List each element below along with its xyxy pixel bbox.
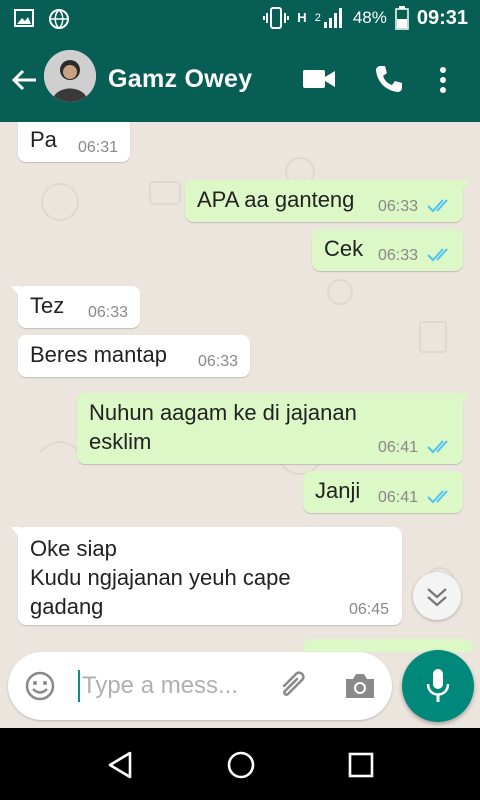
nav-home-icon[interactable] [226,750,256,780]
message-text: Tez [30,293,65,318]
message-text: Janji [315,478,361,503]
message-time: 06:31 [78,139,119,156]
voice-record-button[interactable] [402,650,474,722]
message-text: Oke siap Kudu ngjajanan yeuh cape gadang [30,536,291,619]
message-time: 06:33 [88,304,129,321]
chat-header: Gamz Owey [0,38,480,122]
image-icon [14,9,34,27]
camera-icon[interactable] [344,672,376,700]
bubble-tail [460,180,470,192]
message-time: 06:33 [378,247,419,264]
network-type: H [297,10,307,25]
chevron-down-icon [427,588,447,607]
message-time: 06:33 [378,198,419,215]
message-text: Nuhun aagam ke di jajanan esklim [89,400,357,454]
battery-percent: 48% [352,8,387,27]
message-input[interactable]: Type a mess... [82,672,238,700]
more-vert-icon[interactable] [438,66,448,94]
message-time: 06:45 [349,601,390,618]
battery-icon [395,6,409,30]
message-bubble-incoming[interactable]: Oke siap Kudu ngjajanan yeuh cape gadang… [11,527,402,625]
bubble-tail [460,393,470,405]
phone-icon[interactable] [374,64,404,94]
double-check-icon [427,490,448,504]
sim-slot: 2 [314,12,321,24]
message-bubble-outgoing[interactable]: APA aa ganteng 06:33 [185,180,470,222]
message-text: Pa [30,127,57,152]
message-text: Cek [324,236,364,261]
nav-recents-icon[interactable] [348,752,374,778]
message-bubble-incoming[interactable]: Beres mantap 06:33 [18,335,250,377]
signal-icon [323,8,342,28]
message-text: Beres mantap [30,342,167,367]
globe-icon [49,9,69,29]
message-time: 06:33 [198,353,239,370]
message-composer: Type a mess... [8,652,392,720]
avatar[interactable] [44,50,96,102]
double-check-icon [427,199,448,213]
message-bubble-outgoing[interactable]: Nuhun aagam ke di jajanan esklim 06:41 [77,393,470,464]
video-call-icon[interactable] [302,68,336,90]
mic-icon [426,669,450,702]
double-check-icon [427,248,448,262]
vibrate-icon [263,7,290,29]
bubble-tail [11,286,21,298]
message-bubble-outgoing[interactable]: Janji 06:41 [303,471,463,513]
message-bubble-incoming[interactable]: Pa 06:31 [18,122,130,162]
back-arrow-icon[interactable] [10,66,38,94]
status-bar: H 2 48% 09:31 [0,0,480,38]
double-check-icon [427,440,448,454]
message-bubble-incoming[interactable]: Tez 06:33 [11,286,140,328]
message-bubble-outgoing-partial[interactable] [303,639,473,652]
message-list[interactable]: Pa 06:31 APA aa ganteng 06:33 Cek 06:33 … [0,122,480,652]
message-time: 06:41 [378,439,419,456]
scroll-to-bottom-button[interactable] [413,572,461,620]
bubble-tail [11,527,21,539]
emoji-icon[interactable] [24,670,56,702]
message-bubble-outgoing[interactable]: Cek 06:33 [312,229,463,271]
system-nav-bar [0,728,480,800]
attach-icon[interactable] [276,670,310,702]
message-time: 06:41 [378,489,419,506]
contact-name[interactable]: Gamz Owey [108,65,252,94]
nav-back-icon[interactable] [106,750,134,780]
message-text: APA aa ganteng [197,187,355,212]
text-cursor [78,670,80,702]
clock: 09:31 [416,6,468,29]
